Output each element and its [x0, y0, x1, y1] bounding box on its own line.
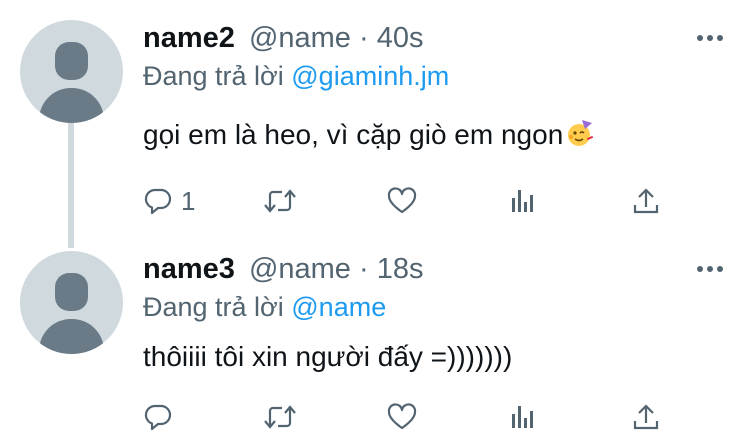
meta-separator: ·	[350, 253, 377, 285]
meta-separator: ·	[350, 22, 377, 54]
analytics-icon	[508, 402, 538, 432]
analytics-button[interactable]	[508, 181, 538, 221]
mention-link[interactable]: @giaminh.jm	[291, 61, 449, 91]
share-button[interactable]	[631, 181, 661, 221]
tweet-header: name2 @name · 40s	[143, 20, 423, 56]
reply-button[interactable]: 1	[143, 181, 195, 221]
replying-to: Đang trả lời @giaminh.jm	[143, 59, 449, 93]
share-button[interactable]	[631, 397, 661, 437]
retweet-button[interactable]	[262, 397, 298, 437]
reply-icon	[143, 186, 173, 216]
replying-to-label: Đang trả lời	[143, 61, 292, 91]
action-bar: 1	[0, 181, 750, 221]
tweet-text-content: thôiiii tôi xin người đấy =)))))))	[143, 341, 513, 372]
user-handle[interactable]: @name	[249, 22, 351, 54]
avatar[interactable]	[20, 20, 123, 123]
mention-link[interactable]: @name	[291, 292, 386, 322]
avatar-body-shape	[39, 88, 104, 123]
avatar-body-shape	[39, 319, 104, 354]
display-name[interactable]: name2	[143, 22, 235, 54]
like-button[interactable]	[386, 397, 418, 437]
tweet-text: gọi em là heo, vì cặp giò em ngon	[143, 117, 595, 157]
avatar[interactable]	[20, 251, 123, 354]
action-bar	[0, 397, 750, 437]
replying-to-label: Đang trả lời	[143, 292, 292, 322]
like-icon	[386, 186, 418, 216]
like-icon	[386, 402, 418, 432]
retweet-icon	[262, 402, 298, 432]
like-button[interactable]	[386, 181, 418, 221]
user-handle[interactable]: @name	[249, 253, 351, 285]
replying-to: Đang trả lời @name	[143, 290, 386, 324]
avatar-head-shape	[55, 273, 88, 311]
analytics-button[interactable]	[508, 397, 538, 437]
analytics-icon	[508, 186, 538, 216]
timestamp[interactable]: 18s	[377, 253, 424, 285]
tweet-header: name3 @name · 18s	[143, 251, 423, 287]
reply-button[interactable]	[143, 397, 181, 437]
tweet-text: thôiiii tôi xin người đấy =)))))))	[143, 339, 512, 375]
share-icon	[631, 402, 661, 432]
more-icon[interactable]	[690, 259, 730, 279]
reply-count: 1	[181, 185, 196, 216]
display-name[interactable]: name3	[143, 253, 235, 285]
more-icon[interactable]	[690, 28, 730, 48]
retweet-icon	[262, 186, 298, 216]
reply-icon	[143, 402, 173, 432]
timestamp[interactable]: 40s	[377, 22, 424, 54]
tweet-text-content: gọi em là heo, vì cặp giò em ngon	[143, 119, 564, 150]
thread-connector-line	[68, 123, 74, 248]
share-icon	[631, 186, 661, 216]
partying-face-emoji-icon	[565, 118, 595, 157]
retweet-button[interactable]	[262, 181, 298, 221]
avatar-head-shape	[55, 42, 88, 80]
